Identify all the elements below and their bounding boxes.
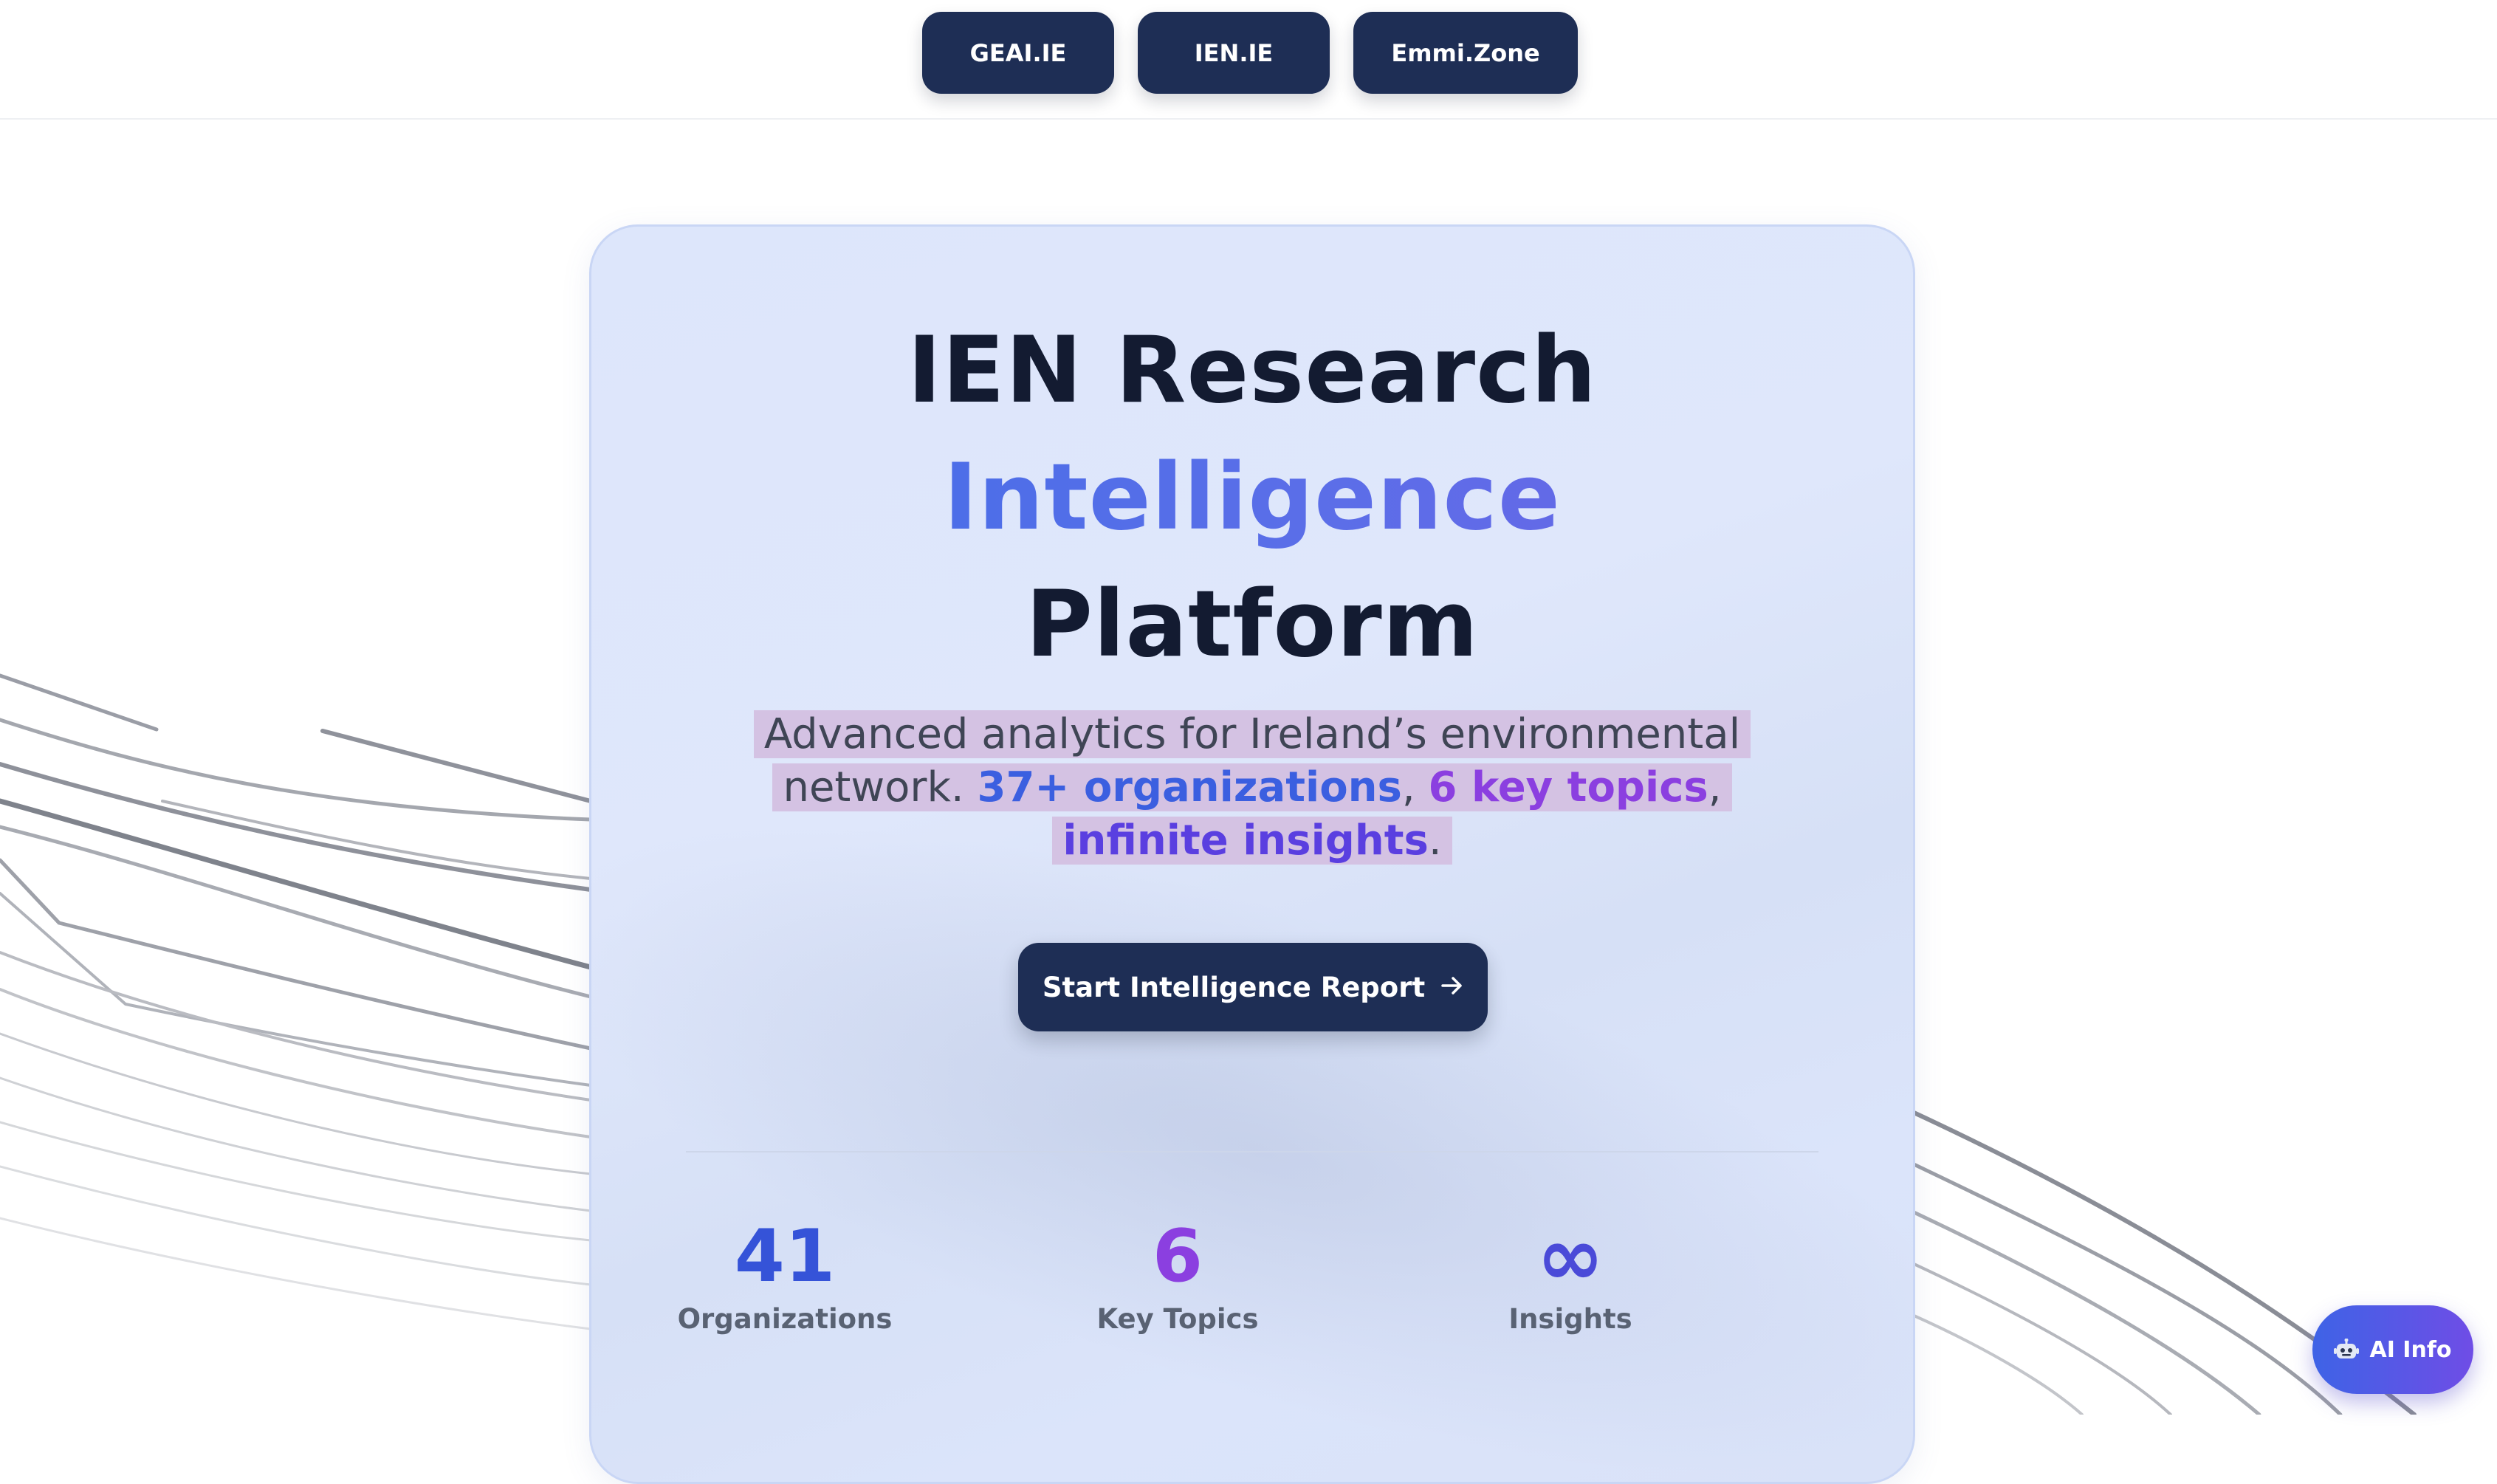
nav-button-emmi-zone[interactable]: Emmi.Zone (1353, 12, 1578, 94)
subtitle-separator-1: , (1401, 763, 1429, 811)
stat-value: ∞ (1536, 1209, 1604, 1304)
stat-label: Organizations (677, 1303, 893, 1335)
subtitle-organizations-highlight: 37+ organizations (977, 763, 1402, 811)
hero-title-line-3: Platform (1026, 571, 1479, 678)
stat-insights: ∞ Insights (1423, 1216, 1718, 1335)
nav-button-geai[interactable]: GEAI.IE (922, 12, 1114, 94)
stat-key-topics: 6 Key Topics (1030, 1216, 1325, 1335)
subtitle-topics-highlight: 6 key topics (1428, 763, 1708, 811)
hero-subtitle: Advanced analytics for Ireland’s environ… (717, 708, 1787, 868)
top-navigation-bar: GEAI.IE IEN.IE Emmi.Zone (0, 0, 2497, 120)
nav-button-ien[interactable]: IEN.IE (1138, 12, 1330, 94)
cta-label: Start Intelligence Report (1042, 971, 1426, 1003)
subtitle-insights-highlight: infinite insights (1062, 817, 1429, 865)
subtitle-end: . (1428, 817, 1442, 865)
stat-value: 41 (734, 1215, 836, 1299)
ai-info-label: AI Info (2369, 1336, 2452, 1363)
arrow-right-icon (1441, 972, 1463, 1002)
stat-organizations: 41 Organizations (637, 1216, 932, 1335)
subtitle-separator-2: , (1708, 763, 1722, 811)
stat-label: Key Topics (1096, 1303, 1259, 1335)
ai-info-button[interactable]: AI Info (2312, 1305, 2473, 1394)
hero-title-line-1: IEN Research (907, 317, 1597, 424)
stat-label: Insights (1508, 1303, 1632, 1335)
stats-divider (686, 1151, 1818, 1152)
start-intelligence-report-button[interactable]: Start Intelligence Report (1018, 943, 1488, 1031)
robot-icon (2334, 1339, 2360, 1361)
stat-value: 6 (1152, 1215, 1203, 1299)
hero-card: IEN Research Intelligence Platform Advan… (589, 224, 1915, 1484)
hero-title-line-2: Intelligence (591, 442, 1913, 553)
